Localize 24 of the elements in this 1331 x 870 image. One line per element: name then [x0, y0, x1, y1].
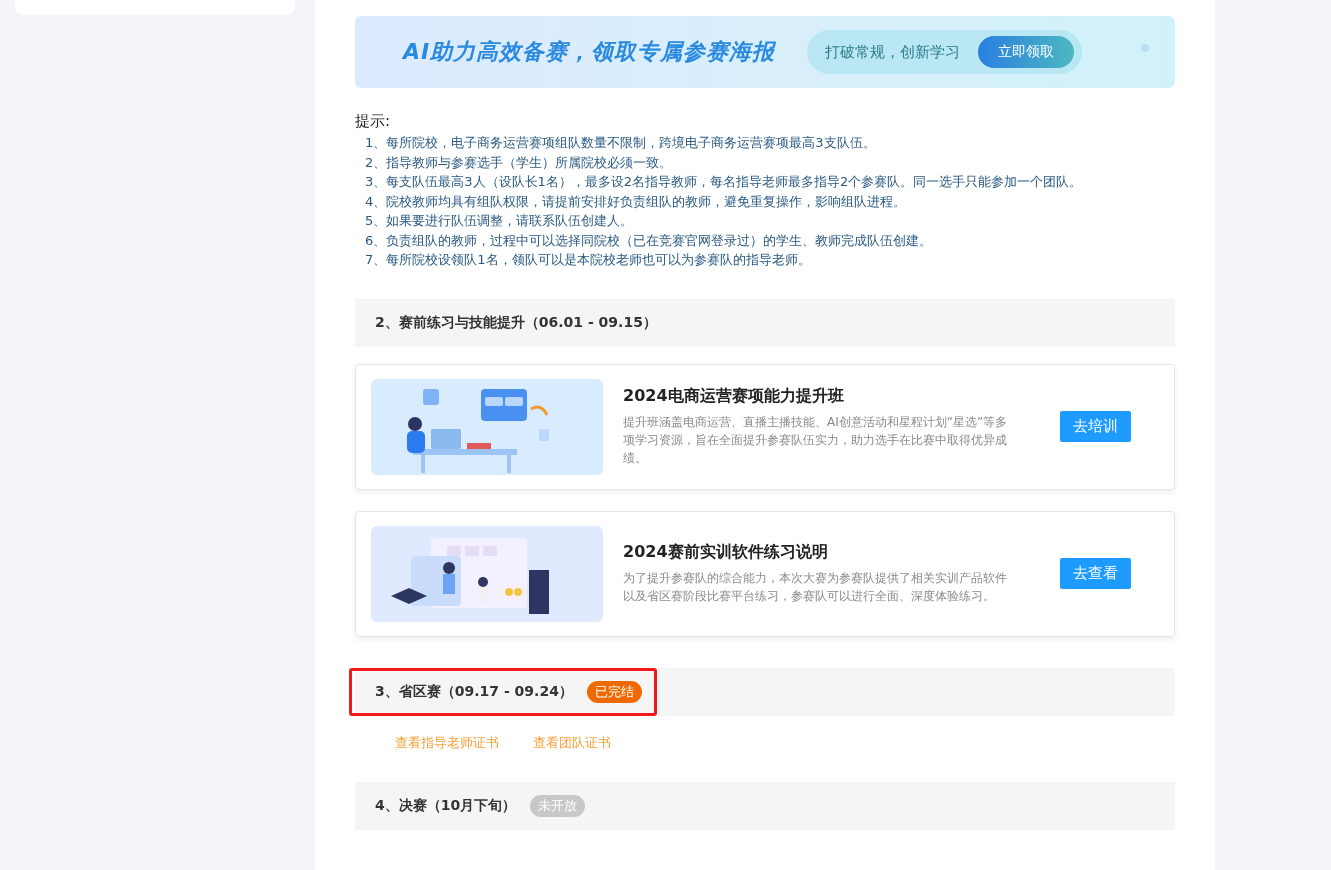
- tip-text: 4、院校教师均具有组队权限，请提前安排好负责组队的教师，避免重复操作，影响组队进程。: [364, 192, 908, 211]
- dot-icon: [1141, 44, 1149, 52]
- banner-headline: AI助力高效备赛，领取专属参赛海报: [403, 38, 776, 66]
- card-title: 2024电商运营赛项能力提升班: [623, 386, 845, 407]
- tip-text: 7、每所院校设领队1名，领队可以是本院校老师也可以为参赛队的指导老师。: [364, 251, 812, 269]
- card-button[interactable]: 去培训: [1060, 411, 1131, 442]
- banner-tagline: 打破常规，创新学习: [825, 42, 961, 62]
- tips-title: 提示:: [355, 112, 392, 131]
- tip-text: 6、负责组队的教师，过程中可以选择同院校（已在竞赛官网登录过）的学生、教师完成队伍创建。: [364, 231, 934, 250]
- card-description: 提升班涵盖电商运营、直播主播技能、AI创意活动和星程计划“星选”等多项学习资源，旨在全面提升参赛队伍实力，助力选手在比赛中取得优异成绩。: [623, 414, 1009, 467]
- certificate-link[interactable]: 查看团队证书: [533, 733, 611, 752]
- certificate-link[interactable]: 查看指导老师证书: [395, 733, 499, 752]
- claim-button[interactable]: 立即领取: [978, 36, 1075, 68]
- section-title: 4、决赛（10月下旬）: [375, 796, 517, 815]
- tip-text: 2、指导教师与参赛选手（学生）所属院校必须一致。: [364, 153, 674, 172]
- tip-text: 3、每支队伍最高3人（设队长1名），最多设2名指导教师，每名指导老师最多指导2个参赛队。同一选手只能参加一个团队。: [364, 173, 1084, 191]
- status-badge: 已完结: [586, 680, 642, 703]
- card-title: 2024赛前实训软件练习说明: [623, 542, 829, 563]
- tip-text: 5、如果要进行队伍调整，请联系队伍创建人。: [364, 212, 635, 230]
- card-description: 为了提升参赛队的综合能力，本次大赛为参赛队提供了相关实训产品软件以及省区赛阶段比赛平台练习，参赛队可以进行全面、深度体验练习。: [623, 570, 1008, 605]
- section-title: 2、赛前练习与技能提升（06.01 - 09.15）: [375, 313, 657, 332]
- section-title: 3、省区赛（09.17 - 09.24）: [375, 682, 573, 701]
- card-button[interactable]: 去查看: [1060, 558, 1131, 589]
- tip-text: 1、每所院校，电子商务运营赛项组队数量不限制，跨境电子商务运营赛项最高3支队伍。: [364, 134, 877, 152]
